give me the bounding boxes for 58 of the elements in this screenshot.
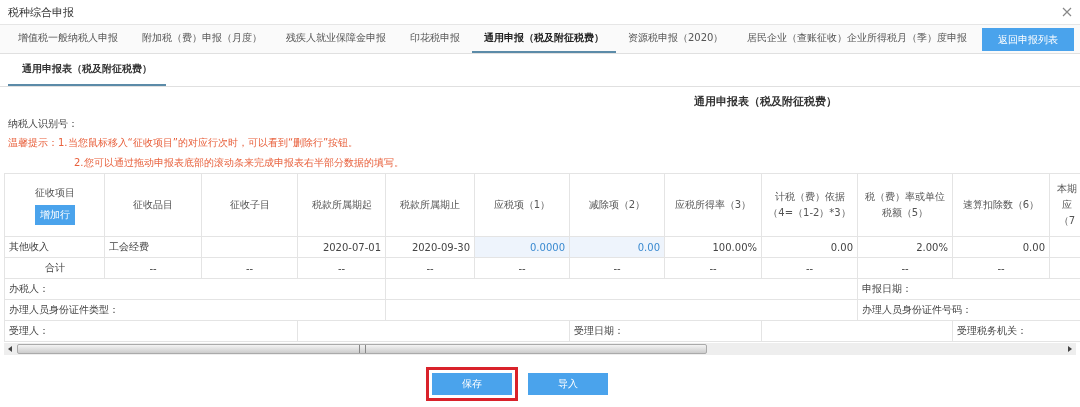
- field-label: 受理人：: [9, 325, 49, 336]
- field-label: 办理人员身份证件类型：: [9, 304, 119, 315]
- tab[interactable]: 通用申报（税及附征税费）: [472, 25, 616, 53]
- table-cell: 100.00%: [712, 241, 757, 253]
- tab[interactable]: 居民企业（查账征收）企业所得税月（季）度申报: [735, 25, 980, 53]
- table-cell: --: [997, 262, 1005, 274]
- table-cell: 0.00: [1022, 241, 1045, 253]
- table-cell: --: [709, 262, 717, 274]
- table-cell: --: [245, 262, 254, 274]
- table-cell: 合计: [44, 262, 65, 273]
- form-title: 通用申报表（税及附征税费）: [693, 93, 837, 109]
- table-cell: 工会经费: [109, 241, 149, 252]
- column-header: 征收项目: [34, 186, 75, 200]
- taxpayer-id-label: 纳税人识别号：: [8, 117, 78, 131]
- hint-text: 2.您可以通过拖动申报表底部的滚动条来完成申报表右半部分数据的填写。: [74, 156, 404, 170]
- column-header: 税（费）率或单位税额（5）: [865, 191, 945, 218]
- column-header: 应税所得率（3）: [674, 199, 752, 210]
- column-header: 征收品目: [133, 199, 173, 210]
- field-label: 办税人：: [9, 283, 49, 294]
- table-cell: 2020-07-01: [322, 241, 381, 253]
- close-icon[interactable]: [1062, 7, 1072, 17]
- hint-label: 温馨提示：: [8, 136, 58, 150]
- column-header: 本期应（7: [1057, 183, 1077, 226]
- table-cell: --: [805, 262, 814, 274]
- hint-text: 1.当您鼠标移入“征收项目”的对应行次时，可以看到“删除行”按钮。: [58, 136, 360, 150]
- table-cell: --: [518, 262, 526, 274]
- tab[interactable]: 残疾人就业保障金申报: [274, 25, 398, 53]
- table-cell: --: [613, 262, 621, 274]
- tab[interactable]: 增值税一般纳税人申报: [6, 25, 130, 53]
- scroll-left-icon[interactable]: [6, 345, 14, 353]
- window-title: 税种综合申报: [8, 4, 74, 20]
- table-cell: --: [426, 262, 434, 274]
- table-cell: --: [337, 262, 346, 274]
- column-header: 速算扣除数（6）: [962, 199, 1040, 210]
- column-header: 征收子目: [229, 199, 270, 210]
- tab[interactable]: 附加税（费）申报（月度）: [130, 25, 274, 53]
- input-field[interactable]: 0.00: [637, 241, 660, 253]
- column-header: 计税（费）依据（4=（1-2）*3）: [768, 191, 851, 218]
- table-cell: 其他收入: [9, 241, 49, 252]
- column-header: 税款所属期起: [311, 199, 372, 210]
- table-cell: --: [149, 262, 157, 274]
- field-label: 申报日期：: [862, 283, 912, 294]
- column-header: 税款所属期止: [400, 199, 460, 210]
- horizontal-scrollbar[interactable]: [4, 343, 1076, 355]
- column-header: 减除项（2）: [588, 199, 646, 210]
- tab[interactable]: 通用申报表（税及附征税费）: [8, 54, 166, 86]
- table-cell: --: [901, 262, 909, 274]
- table-cell: 0.00: [830, 241, 853, 253]
- tab[interactable]: 印花税申报: [398, 25, 472, 53]
- scroll-right-icon[interactable]: [1066, 345, 1074, 353]
- field-label: 受理税务机关：: [957, 325, 1027, 336]
- field-label: 受理日期：: [574, 325, 624, 336]
- tab[interactable]: 资源税申报（2020）: [616, 25, 736, 53]
- input-field[interactable]: 0.0000: [530, 241, 565, 253]
- table-cell: 2020-09-30: [411, 241, 470, 253]
- field-label: 办理人员身份证件号码：: [862, 304, 972, 315]
- column-header: 应税项（1）: [493, 199, 551, 210]
- table-cell: 2.00%: [916, 241, 948, 253]
